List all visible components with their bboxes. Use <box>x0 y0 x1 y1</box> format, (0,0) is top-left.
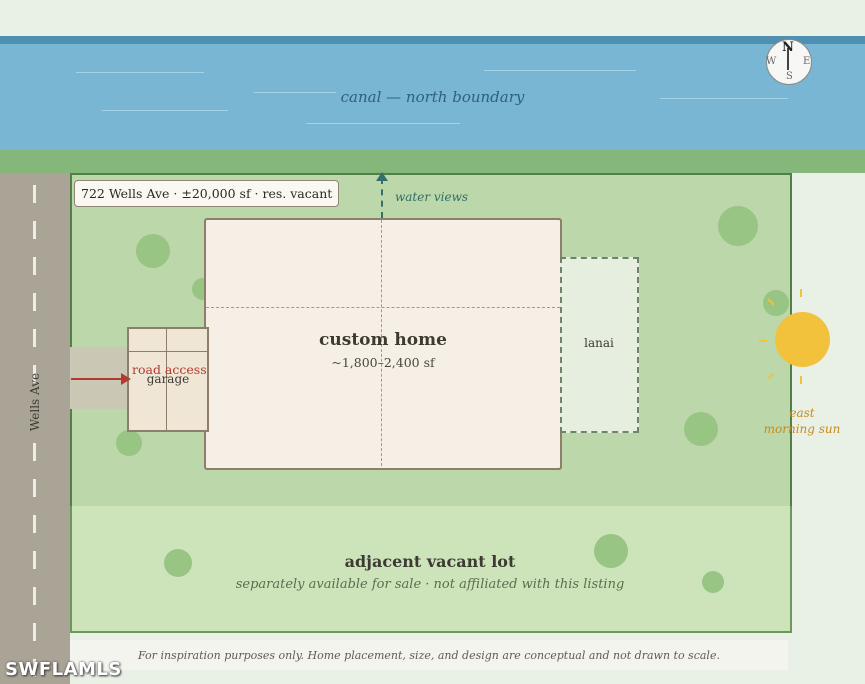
road-dash <box>33 329 36 347</box>
arrow-up-icon <box>376 172 388 181</box>
road-access-label: road access <box>132 362 207 377</box>
sun-label-line1: east <box>789 406 815 420</box>
sun-label-line2: morning sun <box>763 422 841 436</box>
tree-icon <box>136 234 170 268</box>
road-dash <box>33 293 36 311</box>
lanai-label: lanai <box>584 336 614 350</box>
sun-ray <box>800 376 802 384</box>
compass-north: N <box>782 40 794 55</box>
adjacent-lot-title: adjacent vacant lot <box>344 552 516 571</box>
sun-icon <box>775 312 830 367</box>
water-wave <box>484 70 636 71</box>
canal-bank <box>0 150 865 173</box>
road-dash <box>33 551 36 569</box>
adjacent-lot-subtitle: separately available for sale · not affi… <box>235 577 625 592</box>
road-dash <box>33 587 36 605</box>
compass-east: E <box>803 56 811 67</box>
road-access-arrow <box>71 378 127 380</box>
road-dash <box>33 185 36 203</box>
tree-icon <box>763 290 789 316</box>
home-size: ~1,800–2,400 sf <box>331 355 435 370</box>
tree-icon <box>684 412 718 446</box>
road-dash <box>33 515 36 533</box>
canal-edge <box>0 36 865 44</box>
road-label: Wells Ave <box>28 372 42 432</box>
road-dash <box>33 479 36 497</box>
sun-label: east morning sun <box>762 405 842 437</box>
compass-south: S <box>786 71 793 82</box>
disclaimer: For inspiration purposes only. Home plac… <box>138 649 720 662</box>
road-dash <box>33 257 36 275</box>
tree-icon <box>718 206 758 246</box>
water-views-arrow <box>381 178 383 218</box>
sun-ray <box>800 289 802 297</box>
tree-icon <box>116 430 142 456</box>
water-wave <box>102 110 228 111</box>
arrow-right-icon <box>121 373 131 385</box>
garage-divider <box>129 351 207 352</box>
compass-west: W <box>766 56 777 67</box>
water-wave <box>76 72 204 73</box>
water-wave <box>306 123 460 124</box>
water-views-label: water views <box>395 190 469 204</box>
address-label: 722 Wells Ave · ±20,000 sf · res. vacant <box>74 180 340 207</box>
canal-label: canal — north boundary <box>340 88 525 106</box>
road-dash <box>33 623 36 641</box>
sun-ray <box>759 340 767 342</box>
road-dash <box>33 221 36 239</box>
home-title: custom home <box>319 330 447 350</box>
watermark: SWFLAMLS <box>5 659 122 680</box>
home-divider <box>206 307 560 308</box>
